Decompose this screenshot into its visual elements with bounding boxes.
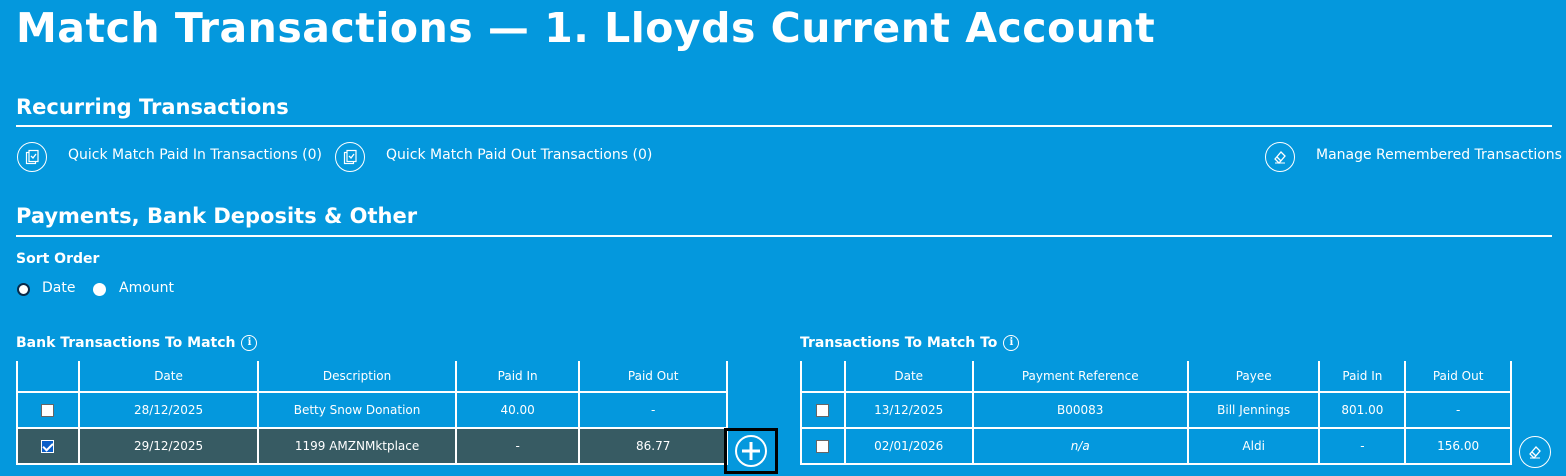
quick-match-out-icon[interactable] xyxy=(335,142,365,172)
payee-cell: Bill Jennings xyxy=(1186,391,1321,429)
payments-heading: Payments, Bank Deposits & Other xyxy=(16,204,418,228)
payee-cell: Aldi xyxy=(1186,427,1321,465)
bank-transactions-title-text: Bank Transactions To Match xyxy=(16,335,236,351)
date-cell: 28/12/2025 xyxy=(77,391,260,429)
recurring-heading: Recurring Transactions xyxy=(16,95,289,119)
column-header[interactable]: Payment Reference xyxy=(971,361,1189,393)
bank-transactions-table: Date Description Paid In Paid Out 28/12/… xyxy=(16,361,728,465)
plus-icon xyxy=(735,435,767,467)
match-to-title: Transactions To Match To i xyxy=(800,335,1020,351)
bank-transactions-title: Bank Transactions To Match i xyxy=(16,335,258,351)
column-header[interactable]: Paid In xyxy=(454,361,581,393)
paid-in-cell: 801.00 xyxy=(1318,391,1407,429)
eraser-icon[interactable] xyxy=(1265,142,1295,172)
manage-remembered-link[interactable]: Manage Remembered Transactions xyxy=(1316,147,1562,163)
section-divider xyxy=(16,235,1552,237)
section-divider xyxy=(16,125,1552,127)
date-cell: 02/01/2026 xyxy=(843,427,974,465)
column-header[interactable]: Date xyxy=(77,361,260,393)
paid-in-cell: 40.00 xyxy=(454,391,581,429)
row-checkbox-cell xyxy=(800,427,846,465)
row-checkbox[interactable] xyxy=(41,440,55,453)
paid-in-cell: - xyxy=(1318,427,1407,465)
info-icon[interactable]: i xyxy=(1003,335,1020,351)
paid-in-cell: - xyxy=(454,427,581,465)
column-header xyxy=(16,361,80,393)
paid-out-cell: 86.77 xyxy=(578,427,728,465)
description-cell: 1199 AMZNMktplace xyxy=(257,427,457,465)
description-cell: Betty Snow Donation xyxy=(257,391,457,429)
match-to-table: Date Payment Reference Payee Paid In Pai… xyxy=(800,361,1512,465)
column-header[interactable]: Description xyxy=(257,361,457,393)
reference-cell: B00083 xyxy=(971,391,1189,429)
sort-amount-label[interactable]: Amount xyxy=(119,280,174,296)
table-row[interactable]: 02/01/2026 n/a Aldi - 156.00 xyxy=(800,427,1512,465)
sort-order-label: Sort Order xyxy=(16,251,100,267)
column-header[interactable]: Paid In xyxy=(1318,361,1407,393)
paid-out-cell: 156.00 xyxy=(1404,427,1512,465)
row-checkbox-cell xyxy=(16,391,80,429)
page-title: Match Transactions — 1. Lloyds Current A… xyxy=(16,4,1156,52)
eraser-icon[interactable] xyxy=(1519,436,1551,468)
sort-date-label[interactable]: Date xyxy=(42,280,75,296)
add-transaction-button[interactable] xyxy=(724,428,778,474)
column-header[interactable]: Payee xyxy=(1186,361,1321,393)
table-row[interactable]: 13/12/2025 B00083 Bill Jennings 801.00 - xyxy=(800,391,1512,429)
reference-cell: n/a xyxy=(971,427,1189,465)
column-header[interactable]: Date xyxy=(843,361,974,393)
table-row[interactable]: 29/12/2025 1199 AMZNMktplace - 86.77 xyxy=(16,427,728,465)
row-checkbox[interactable] xyxy=(816,440,830,453)
paid-out-cell: - xyxy=(1404,391,1512,429)
table-row[interactable]: 28/12/2025 Betty Snow Donation 40.00 - xyxy=(16,391,728,429)
column-header[interactable]: Paid Out xyxy=(578,361,728,393)
quick-match-paid-out-link[interactable]: Quick Match Paid Out Transactions (0) xyxy=(386,147,652,163)
column-header[interactable]: Paid Out xyxy=(1404,361,1512,393)
row-checkbox[interactable] xyxy=(816,404,830,417)
column-header xyxy=(800,361,846,393)
match-to-title-text: Transactions To Match To xyxy=(800,335,998,351)
sort-amount-radio[interactable] xyxy=(93,283,106,296)
date-cell: 29/12/2025 xyxy=(77,427,260,465)
row-checkbox-cell xyxy=(800,391,846,429)
quick-match-paid-in-link[interactable]: Quick Match Paid In Transactions (0) xyxy=(68,147,322,163)
sort-date-radio[interactable] xyxy=(17,283,30,296)
paid-out-cell: - xyxy=(578,391,728,429)
quick-match-in-icon[interactable] xyxy=(17,142,47,172)
row-checkbox-cell xyxy=(16,427,80,465)
info-icon[interactable]: i xyxy=(241,335,258,351)
date-cell: 13/12/2025 xyxy=(843,391,974,429)
row-checkbox[interactable] xyxy=(41,404,55,417)
